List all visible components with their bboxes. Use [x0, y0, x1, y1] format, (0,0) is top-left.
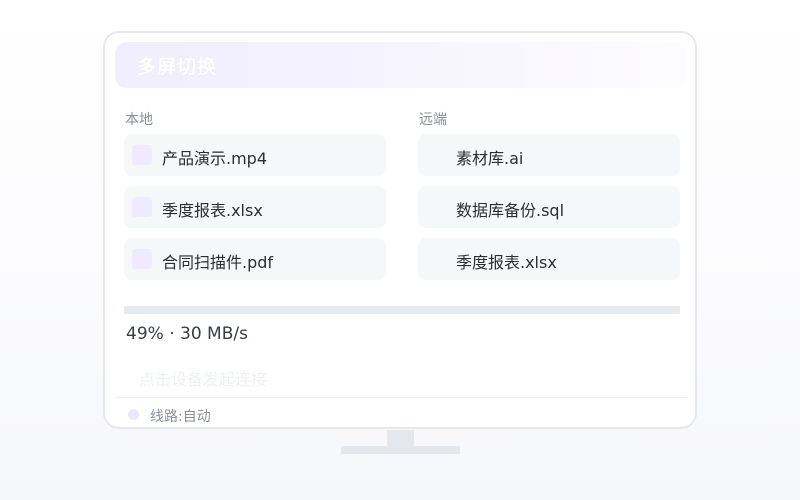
local-file-item[interactable]: 季度报表.xlsx: [124, 186, 386, 228]
route-status-dot: [128, 409, 139, 420]
header-title: 多屏切换: [137, 56, 218, 78]
monitor-stand-base: [341, 446, 460, 454]
file-checkbox[interactable]: [132, 197, 152, 217]
transfer-status: 49% · 30 MB/s: [126, 324, 248, 344]
monitor-screen: 多屏切换 本地 远端 产品演示.mp4 季度报表.xlsx 合同扫描件.pdf …: [103, 31, 697, 429]
file-name: 数据库备份.sql: [456, 201, 565, 220]
remote-file-item[interactable]: 季度报表.xlsx: [418, 238, 680, 280]
remote-file-item[interactable]: 素材库.ai: [418, 134, 680, 176]
file-name: 产品演示.mp4: [162, 149, 268, 168]
local-file-item[interactable]: 合同扫描件.pdf: [124, 238, 386, 280]
route-status-text: 线路:自动: [150, 409, 211, 425]
file-name: 素材库.ai: [456, 149, 524, 168]
header-bar: 多屏切换: [115, 42, 687, 88]
file-checkbox[interactable]: [132, 145, 152, 165]
file-name: 季度报表.xlsx: [456, 253, 557, 272]
stage: 多屏切换 本地 远端 产品演示.mp4 季度报表.xlsx 合同扫描件.pdf …: [0, 0, 800, 500]
local-column-label: 本地: [125, 112, 153, 128]
monitor-stand-neck: [387, 430, 414, 446]
footer-divider: [115, 397, 687, 398]
connect-hint[interactable]: 点击设备发起连接: [139, 366, 267, 390]
remote-file-item[interactable]: 数据库备份.sql: [418, 186, 680, 228]
file-name: 合同扫描件.pdf: [162, 253, 274, 272]
file-name: 季度报表.xlsx: [162, 201, 263, 220]
transfer-progress-bar: [124, 306, 680, 314]
file-checkbox[interactable]: [132, 249, 152, 269]
remote-column-label: 远端: [419, 112, 447, 128]
local-file-item[interactable]: 产品演示.mp4: [124, 134, 386, 176]
